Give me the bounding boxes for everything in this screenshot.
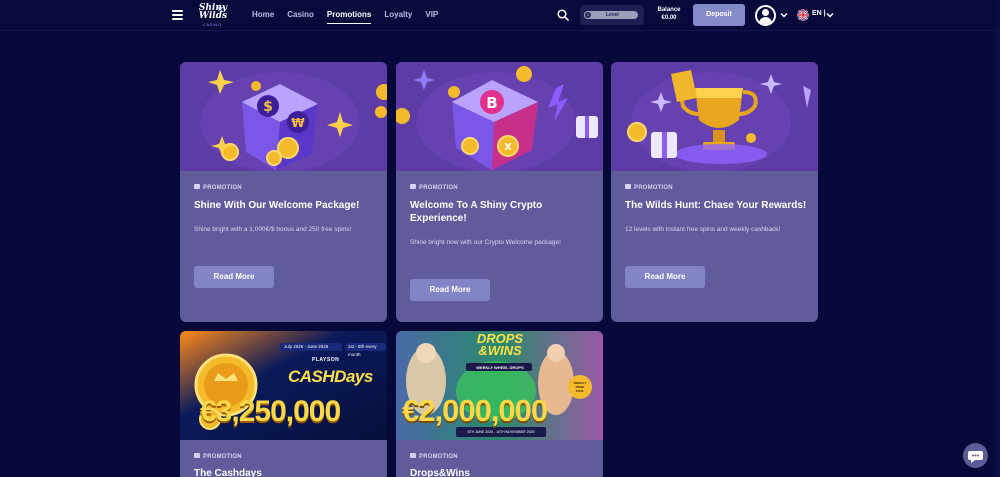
tag-icon [194, 184, 200, 189]
promo-card-cashdays[interactable]: July 2025 - June 2026 1st - 8th every mo… [180, 331, 387, 477]
user-icon-body [759, 17, 772, 24]
search-icon[interactable] [557, 9, 569, 21]
tag-icon [410, 184, 416, 189]
promo-card-wilds-hunt[interactable]: PROMOTION The Wilds Hunt: Chase Your Rew… [611, 62, 818, 322]
nav-loyalty[interactable]: Loyalty [384, 9, 412, 24]
level-label: Level [606, 12, 619, 18]
read-more-button[interactable]: Read More [410, 279, 490, 301]
banner-side-badge: WEEKLY PRIZE POOL [573, 381, 587, 393]
svg-text:X: X [504, 142, 512, 153]
level-number: 1 [584, 11, 592, 19]
language-selector[interactable]: EN | [812, 10, 826, 17]
promo-tag-label: PROMOTION [419, 454, 458, 461]
user-icon [762, 9, 769, 16]
main-nav: Home Casino Promotions Loyalty VIP [252, 9, 451, 24]
promo-tag-label: PROMOTION [203, 454, 242, 461]
chevron-down-icon[interactable] [780, 11, 788, 19]
svg-text:$: $ [263, 99, 273, 115]
promo-tag: PROMOTION [410, 453, 458, 461]
svg-text:B: B [486, 94, 497, 112]
language-chevron-icon[interactable] [826, 11, 834, 19]
deposit-button[interactable]: Deposit [693, 4, 745, 26]
balance-label: Balance [657, 7, 681, 13]
banner-amount: €3,250,000 [200, 395, 341, 428]
svg-text:₩: ₩ [291, 116, 305, 130]
read-more-button[interactable]: Read More [194, 266, 274, 288]
promo-title: Welcome To A Shiny Crypto Experience! [410, 200, 543, 224]
scrollbar[interactable] [996, 0, 1000, 477]
banner-provider: PLAYSON [312, 357, 340, 363]
tag-icon [410, 453, 416, 458]
nav-vip[interactable]: VIP [425, 9, 438, 24]
level-progress[interactable]: 1 Level [580, 5, 644, 25]
promo-tag: PROMOTION [625, 184, 673, 192]
promo-image: $ ₩ [180, 62, 387, 171]
promo-tag: PROMOTION [410, 184, 458, 192]
uk-flag-icon[interactable] [797, 9, 809, 21]
chat-icon [968, 451, 983, 463]
read-more-button[interactable]: Read More [625, 266, 705, 288]
promo-description: 12 levels with instant free spins and we… [625, 226, 781, 233]
promo-title: The Cashdays [194, 468, 262, 477]
promo-card-dropswins[interactable]: DROPS &WINS WEEKLY WHEEL DROPS WEEKLY PR… [396, 331, 603, 477]
promo-tag: PROMOTION [194, 453, 242, 461]
promo-description: Shine bright now with our Crypto Welcome… [410, 239, 561, 246]
logo-subtitle: CASINO [203, 22, 222, 27]
promo-card-welcome[interactable]: $ ₩ PROMOTION Shine With Our Welcome Pac… [180, 62, 387, 322]
tag-icon [625, 184, 631, 189]
nav-home[interactable]: Home [252, 9, 274, 24]
promo-tag-label: PROMOTION [419, 185, 458, 192]
banner-dates: July 2025 - June 2026 [284, 344, 329, 349]
promo-description: Shine bright with a 1,000€/$ bonus and 2… [194, 226, 352, 233]
banner-headline: CASHDays [288, 367, 373, 386]
promo-tag: PROMOTION [194, 184, 242, 192]
banner-headline: DROPS &WINS [476, 331, 524, 358]
promo-image [611, 62, 818, 171]
balance-value: €0.00 [661, 15, 677, 21]
promo-title: The Wilds Hunt: Chase Your Rewards! [625, 200, 807, 211]
promo-card-crypto[interactable]: B X PROMOTION Welcome To A Shiny Crypto … [396, 62, 603, 322]
balance: Balance €0.00 [656, 7, 682, 22]
nav-casino[interactable]: Casino [287, 9, 314, 24]
nav-promotions[interactable]: Promotions [326, 9, 372, 24]
tag-icon [194, 453, 200, 458]
promo-tag-label: PROMOTION [203, 185, 242, 192]
banner-dates: 6TH JUNE 2025 - 10TH NOVEMBER 2025 [467, 430, 535, 434]
banner-period: 1st - 8th every month [348, 344, 377, 357]
promo-title: Shine With Our Welcome Package! [194, 200, 360, 211]
avatar[interactable] [755, 5, 776, 26]
chat-button[interactable] [963, 443, 988, 468]
banner-amount: €2,000,000 [402, 393, 548, 428]
menu-icon[interactable] [172, 10, 183, 20]
banner-subline: WEEKLY WHEEL DROPS [476, 365, 524, 370]
top-header: Shiny Wilds CASINO Home Casino Promotion… [0, 0, 1000, 31]
logo-text: Shiny Wilds [198, 3, 228, 21]
promo-tag-label: PROMOTION [634, 185, 673, 192]
promo-image: B X [396, 62, 603, 171]
promo-title: Drops&Wins [410, 468, 470, 477]
